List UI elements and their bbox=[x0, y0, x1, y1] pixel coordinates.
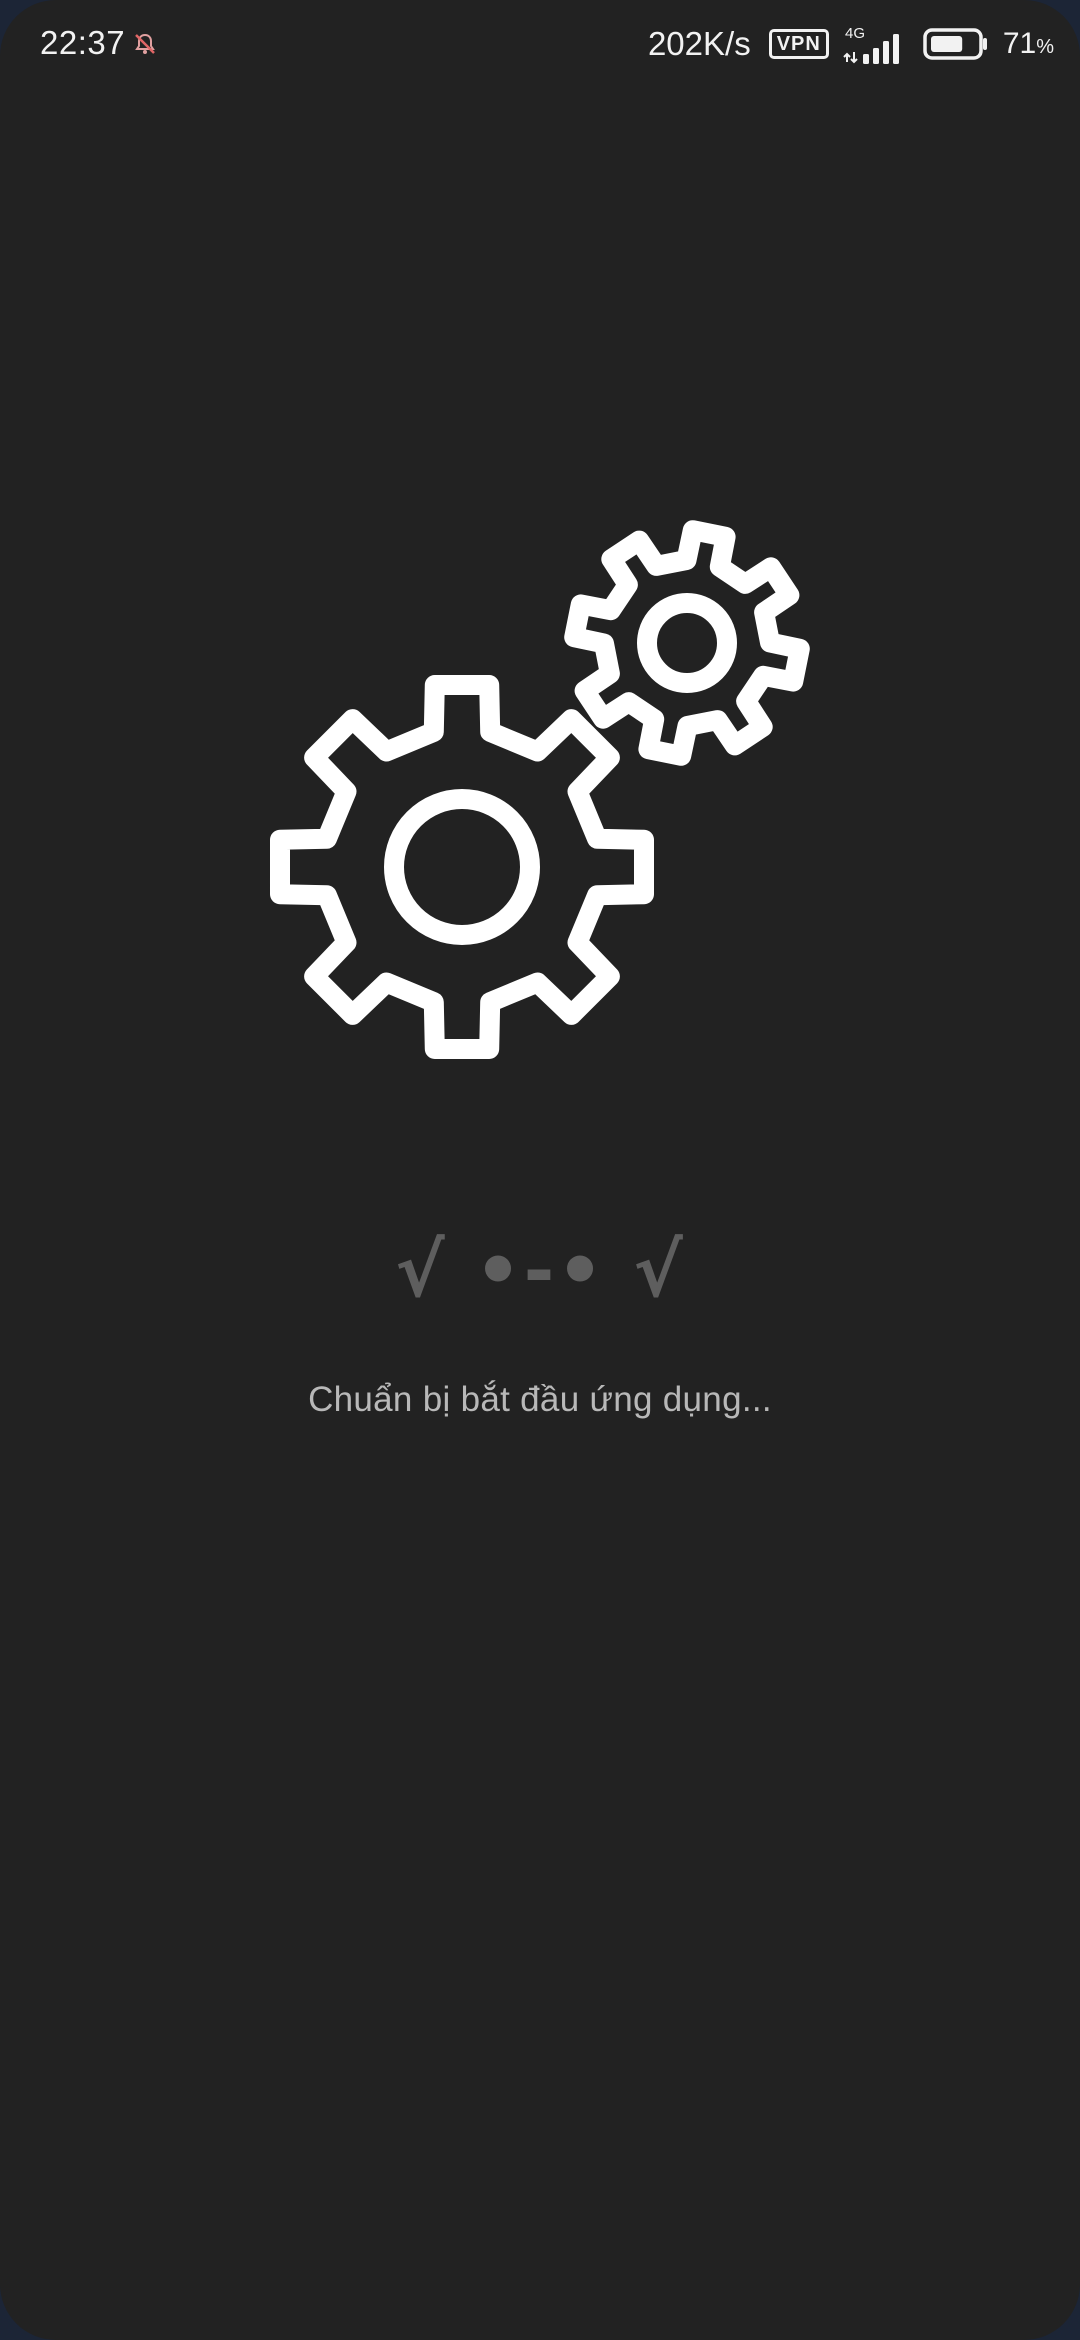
status-indicators: 202K/s VPN 4G 71% bbox=[648, 22, 1054, 66]
battery-percentage: 71% bbox=[1003, 27, 1054, 61]
status-bar: 22:37 202K/s VPN 4G 71% bbox=[0, 0, 1080, 92]
gears-icon bbox=[270, 520, 810, 1059]
battery-icon bbox=[923, 28, 987, 60]
app-screen: 22:37 202K/s VPN 4G 71% √ •-• √ Chuẩn bị… bbox=[0, 0, 1080, 2340]
battery-unit: % bbox=[1036, 36, 1054, 58]
loading-message: Chuẩn bị bắt đầu ứng dụng... bbox=[308, 1380, 772, 1419]
vpn-badge: VPN bbox=[768, 29, 829, 59]
network-type-label: 4G bbox=[845, 25, 865, 42]
battery-value: 71 bbox=[1002, 27, 1037, 60]
network-speed: 202K/s bbox=[647, 25, 751, 62]
notification-off-icon bbox=[135, 33, 155, 54]
kaomoji-face: √ •-• √ bbox=[395, 1228, 685, 1314]
small-gear-icon bbox=[564, 520, 810, 766]
signal-strength-icon: 4G bbox=[843, 25, 899, 64]
status-time: 22:37 bbox=[40, 24, 126, 61]
large-gear-icon bbox=[270, 675, 654, 1059]
